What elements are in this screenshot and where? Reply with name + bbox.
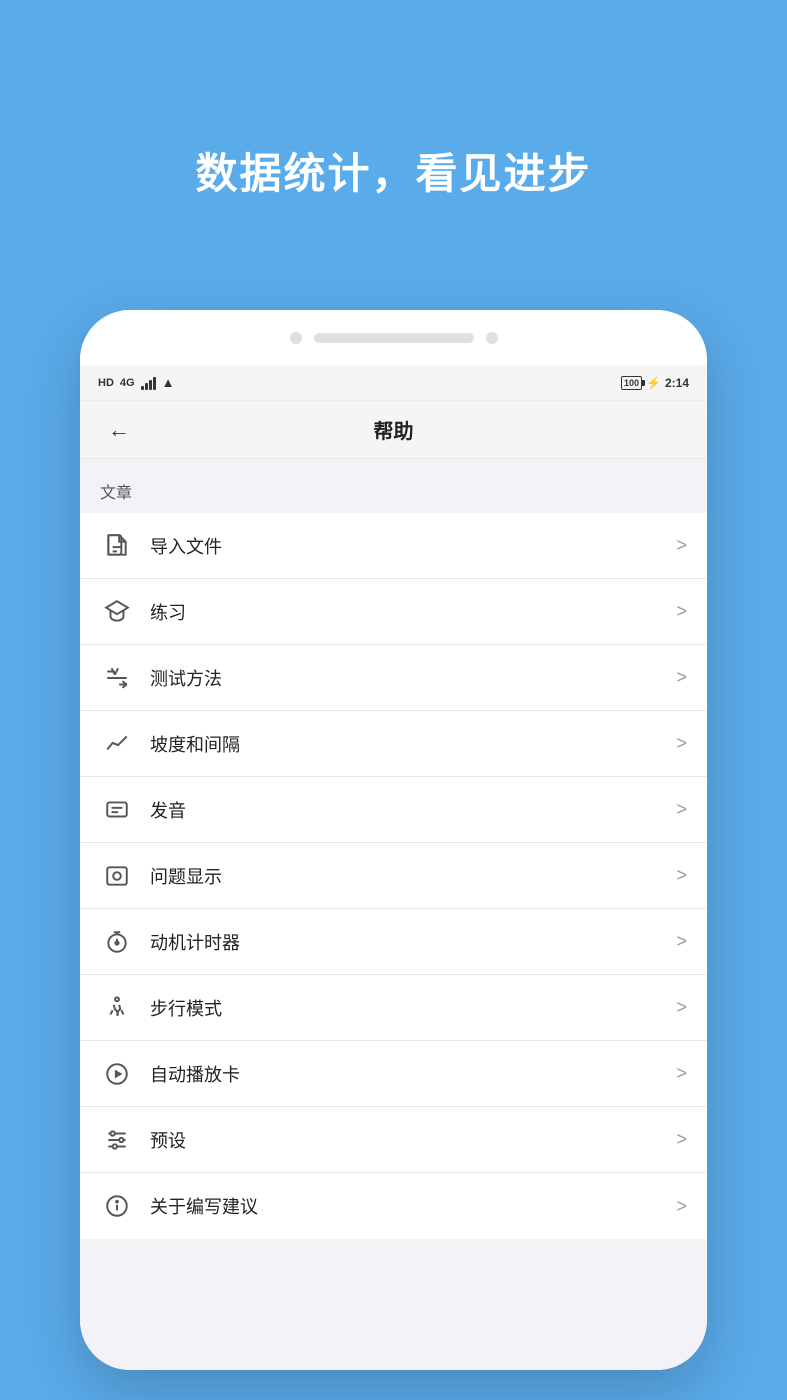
page-title: 帮助 bbox=[138, 415, 649, 444]
status-bar: HD 4G ▲ 100 ⚡ 2:14 bbox=[80, 365, 707, 401]
menu-label-test-method: 测试方法 bbox=[150, 665, 676, 691]
menu-item-problem-display[interactable]: 问题显示 > bbox=[80, 843, 707, 909]
notch-dot-left bbox=[290, 332, 302, 344]
arrow-walking-mode: > bbox=[676, 997, 687, 1018]
back-button[interactable]: ← bbox=[100, 409, 138, 451]
status-right: 100 ⚡ 2:14 bbox=[621, 376, 689, 390]
arrow-pronunciation: > bbox=[676, 799, 687, 820]
menu-label-slope-interval: 坡度和间隔 bbox=[150, 731, 676, 757]
section-header: 文章 bbox=[80, 459, 707, 513]
arrow-import-file: > bbox=[676, 535, 687, 556]
menu-label-practice: 练习 bbox=[150, 599, 676, 625]
menu-item-preset[interactable]: 预设 > bbox=[80, 1107, 707, 1173]
status-left: HD 4G ▲ bbox=[98, 375, 174, 390]
info-icon bbox=[100, 1189, 134, 1223]
notch-dot-right bbox=[486, 332, 498, 344]
content-area: 文章 导入文件 > bbox=[80, 459, 707, 1370]
hd-label: HD bbox=[98, 377, 114, 389]
menu-label-auto-play: 自动播放卡 bbox=[150, 1061, 676, 1087]
arrow-auto-play: > bbox=[676, 1063, 687, 1084]
graduation-icon bbox=[100, 595, 134, 629]
network-label: 4G bbox=[120, 377, 135, 389]
arrow-writing-advice: > bbox=[676, 1196, 687, 1217]
menu-item-test-method[interactable]: 测试方法 > bbox=[80, 645, 707, 711]
menu-item-practice[interactable]: 练习 > bbox=[80, 579, 707, 645]
clock-time: 2:14 bbox=[665, 376, 689, 390]
wifi-icon: ▲ bbox=[162, 375, 175, 390]
menu-item-slope-interval[interactable]: 坡度和间隔 > bbox=[80, 711, 707, 777]
formula-icon bbox=[100, 661, 134, 695]
phone-notch bbox=[80, 310, 707, 365]
arrow-practice: > bbox=[676, 601, 687, 622]
lightning-icon: ⚡ bbox=[646, 376, 661, 390]
arrow-problem-display: > bbox=[676, 865, 687, 886]
walk-icon bbox=[100, 991, 134, 1025]
phone-frame: HD 4G ▲ 100 ⚡ 2:14 ← 帮助 文章 bbox=[80, 310, 707, 1370]
menu-label-walking-mode: 步行模式 bbox=[150, 995, 676, 1021]
menu-item-auto-play[interactable]: 自动播放卡 > bbox=[80, 1041, 707, 1107]
eye-icon bbox=[100, 859, 134, 893]
chat-icon bbox=[100, 793, 134, 827]
menu-label-pronunciation: 发音 bbox=[150, 797, 676, 823]
battery-icon: 100 bbox=[621, 376, 642, 390]
arrow-test-method: > bbox=[676, 667, 687, 688]
sliders-icon bbox=[100, 1123, 134, 1157]
hero-title: 数据统计，看见进步 bbox=[0, 140, 787, 201]
menu-label-preset: 预设 bbox=[150, 1127, 676, 1153]
menu-item-walking-mode[interactable]: 步行模式 > bbox=[80, 975, 707, 1041]
menu-item-motivation-timer[interactable]: 动机计时器 > bbox=[80, 909, 707, 975]
file-icon bbox=[100, 529, 134, 563]
menu-item-writing-advice[interactable]: 关于编写建议 > bbox=[80, 1173, 707, 1239]
menu-label-motivation-timer: 动机计时器 bbox=[150, 929, 676, 955]
menu-item-pronunciation[interactable]: 发音 > bbox=[80, 777, 707, 843]
notch-bar bbox=[314, 333, 474, 343]
arrow-slope-interval: > bbox=[676, 733, 687, 754]
menu-label-problem-display: 问题显示 bbox=[150, 863, 676, 889]
nav-bar: ← 帮助 bbox=[80, 401, 707, 459]
arrow-motivation-timer: > bbox=[676, 931, 687, 952]
menu-label-import-file: 导入文件 bbox=[150, 533, 676, 559]
signal-icon bbox=[141, 376, 156, 390]
menu-label-writing-advice: 关于编写建议 bbox=[150, 1193, 676, 1219]
arrow-preset: > bbox=[676, 1129, 687, 1150]
menu-item-import-file[interactable]: 导入文件 > bbox=[80, 513, 707, 579]
timer-icon bbox=[100, 925, 134, 959]
menu-list: 导入文件 > 练习 > bbox=[80, 513, 707, 1239]
play-circle-icon bbox=[100, 1057, 134, 1091]
trend-icon bbox=[100, 727, 134, 761]
